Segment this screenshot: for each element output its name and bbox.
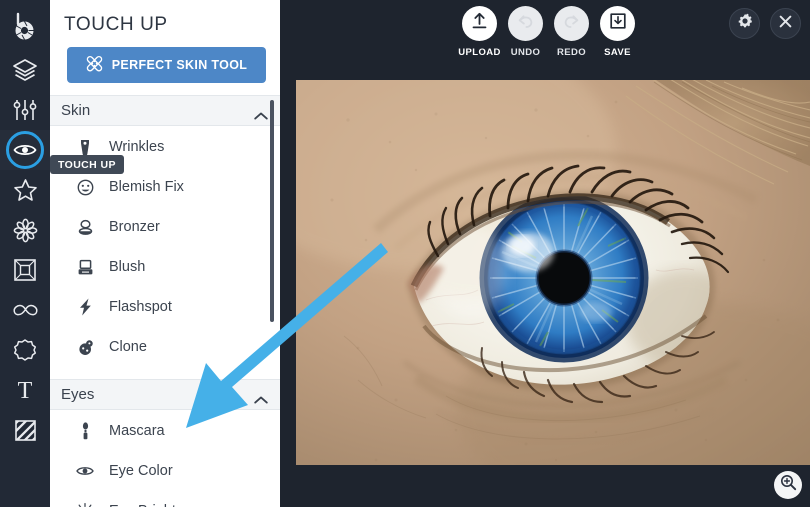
sidebar-item-frames[interactable] (0, 250, 50, 290)
star-icon (13, 178, 38, 202)
undo-button-circle (508, 6, 543, 41)
menu-item-clone[interactable]: Clone (50, 327, 280, 367)
menu-item-label: Mascara (109, 423, 165, 439)
eye-brighten-icon (76, 502, 94, 507)
perfect-skin-tool-button[interactable]: PERFECT SKIN TOOL (67, 47, 266, 83)
upload-button-label: UPLOAD (458, 47, 501, 58)
sidebar-item-effects[interactable] (0, 170, 50, 210)
gear-icon (737, 13, 753, 34)
layers-icon (12, 58, 38, 82)
sliders-icon (12, 98, 38, 122)
clone-stamp-icon (76, 338, 94, 356)
menu-item-flashspot[interactable]: Flashspot (50, 287, 280, 327)
save-button-label: SAVE (604, 47, 631, 58)
menu-item-label: Wrinkles (109, 139, 165, 155)
upload-button-circle (462, 6, 497, 41)
svg-text:T: T (18, 378, 33, 402)
section-label-eyes: Eyes (61, 386, 95, 403)
menu-item-eye-color[interactable]: Eye Color (50, 451, 280, 491)
menu-item-label: Bronzer (109, 219, 160, 235)
undo-button-label: UNDO (510, 47, 541, 58)
zoom-in-button[interactable] (774, 471, 802, 499)
befunky-logo-icon (12, 12, 38, 42)
sidebar-item-layers[interactable] (0, 50, 50, 90)
canvas-area (280, 80, 810, 507)
settings-button[interactable] (729, 8, 760, 39)
section-label-skin: Skin (61, 102, 91, 119)
close-button[interactable] (770, 8, 801, 39)
sidebar-item-overlays[interactable] (0, 410, 50, 450)
menu-item-label: Eye Brighten (109, 503, 192, 507)
left-toolbar: T (0, 0, 50, 507)
chevron-up-icon (254, 391, 268, 403)
bronzer-icon (76, 218, 94, 236)
save-button-circle (600, 6, 635, 41)
flower-icon (13, 218, 38, 243)
eye-icon (13, 142, 37, 158)
menu-item-label: Blemish Fix (109, 179, 184, 195)
toolbar-actions: UPLOAD UNDO REDO SAVE (458, 6, 635, 58)
blemish-face-icon (76, 178, 94, 196)
frame-icon (13, 258, 37, 282)
text-t-icon: T (14, 378, 36, 402)
perfect-skin-tool-label: PERFECT SKIN TOOL (111, 58, 248, 72)
zoom-in-icon (780, 474, 797, 496)
section-header-skin[interactable]: Skin (50, 95, 280, 126)
save-button[interactable]: SAVE (600, 6, 635, 58)
redo-button[interactable]: REDO (554, 6, 589, 58)
bandage-icon (86, 55, 103, 75)
sidebar-item-touchup[interactable] (0, 130, 50, 170)
touchup-panel: TOUCH UP PERFECT SKIN TOOL Skin Wrinkles… (50, 0, 280, 507)
mustache-icon (12, 302, 39, 318)
wrinkles-icon (76, 138, 94, 156)
undo-button[interactable]: UNDO (508, 6, 543, 58)
striped-square-icon (14, 419, 37, 442)
redo-arrow-icon (562, 13, 581, 35)
page-title: TOUCH UP (64, 14, 168, 35)
menu-item-bronzer[interactable]: Bronzer (50, 207, 280, 247)
upload-arrow-icon (471, 12, 488, 35)
sidebar-item-artsy[interactable] (0, 210, 50, 250)
menu-item-eye-brighten[interactable]: Eye Brighten (50, 491, 280, 507)
toolbar-right-actions (729, 8, 801, 39)
top-toolbar: UPLOAD UNDO REDO SAVE (280, 0, 810, 80)
sidebar-item-graphics[interactable] (0, 290, 50, 330)
lightning-icon (76, 298, 94, 316)
eye-outline-icon (76, 462, 94, 480)
mascara-wand-icon (76, 422, 94, 440)
menu-item-label: Clone (109, 339, 147, 355)
redo-button-circle (554, 6, 589, 41)
menu-item-blush[interactable]: Blush (50, 247, 280, 287)
tooltip-touchup: TOUCH UP (50, 155, 124, 174)
befunky-logo[interactable] (0, 4, 50, 50)
undo-arrow-icon (516, 13, 535, 35)
close-x-icon (778, 14, 793, 34)
menu-item-mascara[interactable]: Mascara (50, 411, 280, 451)
tooltip-label: TOUCH UP (58, 158, 116, 171)
menu-item-label: Blush (109, 259, 146, 275)
chevron-up-icon (254, 107, 268, 119)
menu-item-label: Flashspot (109, 299, 172, 315)
save-download-icon (609, 12, 627, 35)
badge-icon (13, 338, 37, 362)
blush-compact-icon (76, 258, 94, 276)
sidebar-item-text[interactable]: T (0, 370, 50, 410)
upload-button[interactable]: UPLOAD (458, 6, 500, 58)
redo-button-label: REDO (556, 47, 587, 58)
eye-photo[interactable] (296, 80, 810, 465)
panel-scrollbar[interactable] (270, 100, 274, 322)
menu-item-label: Eye Color (109, 463, 173, 479)
app-root: T TOUCH UP PERFECT SKIN TOOL Skin Wrinkl… (0, 0, 810, 507)
sidebar-item-edit[interactable] (0, 90, 50, 130)
menu-list-eyes: Mascara Eye Color (50, 410, 280, 507)
section-header-eyes[interactable]: Eyes (50, 379, 280, 410)
sidebar-item-textures[interactable] (0, 330, 50, 370)
